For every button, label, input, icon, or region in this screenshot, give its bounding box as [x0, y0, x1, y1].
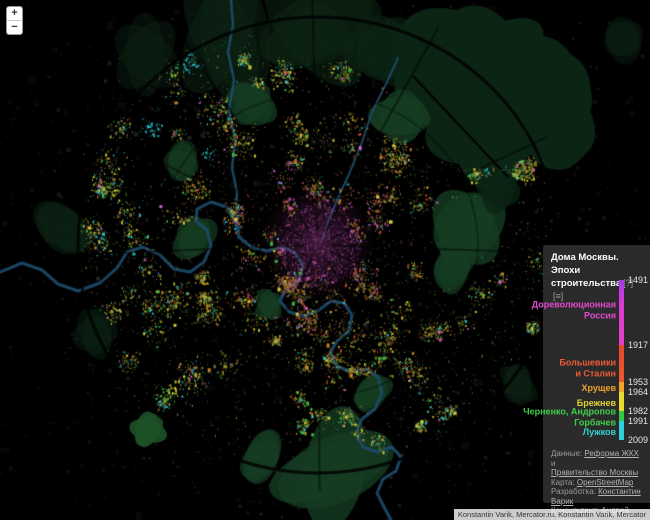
credit-line: Разработка: Константин Варик	[551, 487, 644, 506]
map-app: + − Дома Москвы. Эпохи строительства[?][…	[0, 0, 650, 520]
legend-title-line1: Дома Москвы.	[551, 251, 642, 264]
credit-line: Правительство Москвы	[551, 468, 644, 478]
era-label: Черненко, АндроповГорбачев	[523, 407, 616, 428]
attribution[interactable]: Konstantin Varik, Mercator.ru, Konstanti…	[454, 509, 650, 520]
era-label: ДореволюционнаяРоссия	[532, 300, 616, 321]
credit-link[interactable]: OpenStreetMap	[577, 478, 633, 487]
era-scale: 1491191719531964198219912009 Дореволюцио…	[543, 280, 650, 440]
era-labels: ДореволюционнаяРоссияБольшевикии СталинХ…	[543, 280, 650, 440]
era-label: Хрущев	[581, 383, 616, 394]
zoom-out-button[interactable]: −	[7, 20, 22, 34]
zoom-in-button[interactable]: +	[7, 7, 22, 20]
credit-line: Данные: Реформа ЖКХ и	[551, 449, 644, 468]
credit-line: Карта: OpenStreetMap	[551, 478, 644, 488]
legend-panel: Дома Москвы. Эпохи строительства[?][≡] 1…	[543, 245, 650, 503]
credit-link[interactable]: Правительство Москвы	[551, 468, 638, 477]
era-label: Лужков	[583, 427, 616, 438]
credit-link[interactable]: Реформа ЖКХ	[584, 449, 638, 458]
zoom-control: + −	[6, 6, 23, 35]
era-label: Большевикии Сталин	[559, 358, 616, 379]
